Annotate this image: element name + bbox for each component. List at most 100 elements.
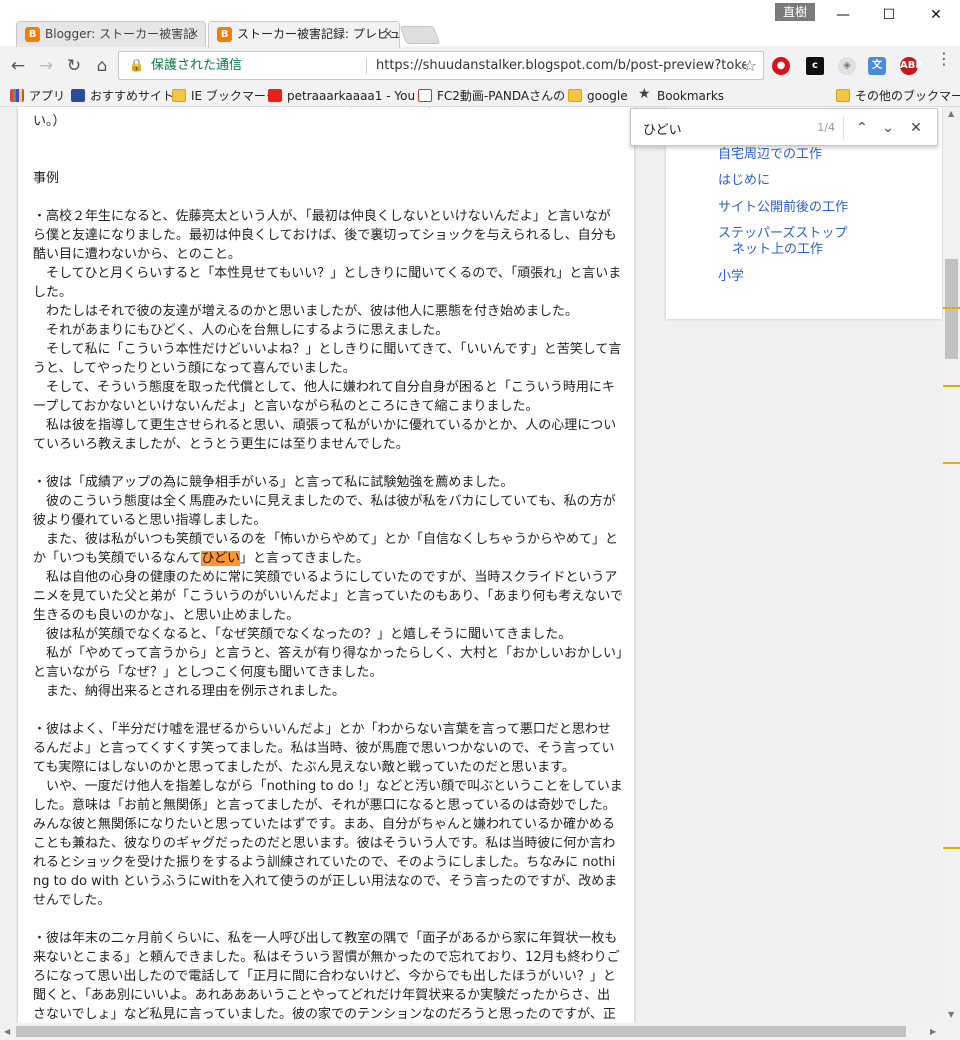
forward-icon[interactable]: → bbox=[34, 54, 58, 78]
tab-blogger[interactable]: B Blogger: ストーカー被害記 ✕ bbox=[16, 21, 206, 47]
find-match-marker bbox=[943, 462, 960, 464]
tab-preview[interactable]: B ストーカー被害記録: プレビュー ✕ bbox=[208, 21, 400, 48]
youtube-icon bbox=[268, 89, 282, 102]
extension-translate-icon[interactable]: 文 bbox=[868, 57, 886, 75]
bookmark-label: IE ブックマーク bbox=[191, 89, 278, 103]
post-paragraph: そして私に「こういう本性だけどいいよね？」としきりに聞いてきて、「いいんです」と… bbox=[33, 342, 622, 376]
divider bbox=[843, 117, 844, 139]
post-paragraph: そして、そういう態度を取った代償として、他人に嫌われて自分自身が困ると「こういう… bbox=[33, 380, 615, 414]
post-paragraph: 彼のこういう態度は全く馬鹿みたいに見えましたので、私は彼が私をバカにしていても、… bbox=[33, 494, 616, 528]
minimize-button[interactable]: — bbox=[820, 0, 866, 30]
profile-badge[interactable]: 直樹 bbox=[775, 3, 816, 21]
extension-dark-icon[interactable]: c bbox=[806, 57, 824, 75]
post-paragraph: わたしはそれで彼の友達が増えるのかと思いましたが、彼は他人に悪態を付き始めました… bbox=[33, 304, 578, 319]
scroll-right-icon[interactable]: ▶ bbox=[930, 1027, 936, 1036]
bookmark-bookmarks[interactable]: ★ Bookmarks bbox=[638, 87, 724, 105]
close-tab-icon[interactable]: ✕ bbox=[189, 22, 199, 46]
page-content: しなければならない人だったのだろう。（当時は2000年なので、佐藤の方が早い。真… bbox=[0, 107, 960, 1023]
find-input[interactable]: ひどい bbox=[643, 119, 682, 138]
new-tab-button[interactable] bbox=[399, 26, 441, 44]
bookmark-label: その他のブックマーク bbox=[855, 89, 960, 103]
post-paragraph: ・彼はよく、「半分だけ嘘を混ぜるからいいんだよ」とか「わからない言葉を言って悪口… bbox=[33, 722, 615, 775]
bookmark-youtube[interactable]: petraaarkaaaa1 - You bbox=[268, 87, 415, 105]
folder-icon bbox=[172, 89, 186, 102]
lock-icon: 🔒 bbox=[129, 58, 144, 72]
label-link[interactable]: ステッパーズストップ bbox=[718, 226, 847, 242]
post-paragraph bbox=[33, 188, 623, 207]
find-count: 1/4 bbox=[817, 121, 835, 134]
blogger-icon: B bbox=[217, 27, 232, 42]
bookmark-label: アプリ bbox=[29, 89, 66, 103]
folder-icon bbox=[836, 89, 850, 102]
find-match-marker bbox=[943, 847, 960, 849]
bookmark-google-folder[interactable]: google bbox=[568, 87, 628, 105]
divider bbox=[366, 58, 367, 74]
label-link[interactable]: ネット上の工作 bbox=[732, 242, 823, 258]
find-match-marker bbox=[943, 307, 960, 309]
post-paragraph: いや、一度だけ他人を指差しながら「nothing to do !」などと汚い顔で… bbox=[33, 779, 623, 908]
bookmark-other-folder[interactable]: その他のブックマーク bbox=[836, 87, 960, 105]
post-paragraph: 事例 bbox=[33, 171, 60, 186]
star-icon: ★ bbox=[638, 86, 651, 102]
menu-icon[interactable]: ⋮ bbox=[936, 51, 952, 67]
post-paragraph: 彼は私が笑顔でなくなると、「なぜ笑顔でなくなったの？」と嬉しそうに聞いてきました… bbox=[33, 627, 572, 642]
label-link[interactable]: 自宅周辺での工作 bbox=[718, 147, 822, 163]
maximize-button[interactable]: ☐ bbox=[866, 0, 912, 30]
label-link[interactable]: サイト公開前後の工作 bbox=[718, 200, 848, 216]
post-body: しなければならない人だったのだろう。（当時は2000年なので、佐藤の方が早い。真… bbox=[18, 107, 634, 1023]
fc2-icon bbox=[418, 89, 432, 102]
post-paragraph bbox=[33, 131, 623, 150]
home-icon[interactable]: ⌂ bbox=[90, 54, 114, 78]
apps-icon bbox=[10, 89, 24, 102]
find-close-icon[interactable]: ✕ bbox=[905, 117, 927, 139]
bookmark-label: おすすめサイト bbox=[90, 89, 175, 103]
back-icon[interactable]: ← bbox=[6, 54, 30, 78]
tab-title: ストーカー被害記録: プレビュー bbox=[237, 27, 400, 41]
reload-icon[interactable]: ↻ bbox=[62, 54, 86, 78]
bookmark-label: FC2動画-PANDAさんの bbox=[437, 89, 566, 103]
find-next-icon[interactable]: ⌄ bbox=[877, 117, 899, 139]
bookmark-site-icon bbox=[71, 89, 85, 102]
address-bar[interactable]: 🔒 保護された通信 https://shuudanstalker.blogspo… bbox=[118, 51, 764, 80]
bookmark-fc2[interactable]: FC2動画-PANDAさんの bbox=[418, 87, 565, 105]
scroll-thumb[interactable] bbox=[945, 259, 958, 359]
bookmark-label: petraaarkaaaa1 - You bbox=[287, 89, 416, 103]
label-link[interactable]: はじめに bbox=[718, 173, 770, 189]
scroll-thumb[interactable] bbox=[16, 1026, 906, 1037]
toolbar: ← → ↻ ⌂ 🔒 保護された通信 https://shuudanstalker… bbox=[0, 47, 960, 85]
post-paragraph: ・彼は「成績アップの為に競争相手がいる」と言って私に試験勉強を薦めました。 bbox=[33, 475, 514, 490]
find-highlight: ひどい bbox=[201, 551, 240, 566]
bookmark-apps[interactable]: アプリ bbox=[10, 87, 65, 105]
post-paragraph: 私が「やめてって言うから」と言うと、答えが有り得なかったらしく、大村と「おかしい… bbox=[33, 646, 623, 680]
adblock-icon[interactable]: ABP bbox=[900, 57, 923, 75]
vertical-scrollbar[interactable]: ▲ ▼ bbox=[943, 107, 960, 1023]
url-text[interactable]: https://shuudanstalker.blogspot.com/b/po… bbox=[376, 52, 746, 79]
extension-shield-icon[interactable]: ◈ bbox=[838, 57, 856, 75]
close-window-button[interactable]: ✕ bbox=[913, 0, 959, 30]
extension-red-icon[interactable]: ● bbox=[772, 57, 790, 75]
horizontal-scrollbar[interactable]: ◀ ▶ bbox=[0, 1023, 943, 1040]
bookmark-ie-folder[interactable]: IE ブックマーク bbox=[172, 87, 278, 105]
bookmark-label: Bookmarks bbox=[657, 89, 725, 103]
label-link[interactable]: 小学 bbox=[718, 269, 744, 285]
find-bar: ひどい 1/4 ⌃ ⌄ ✕ bbox=[630, 108, 938, 146]
post-paragraph bbox=[33, 150, 623, 169]
bookmark-recommended[interactable]: おすすめサイト bbox=[71, 87, 174, 105]
blogger-icon: B bbox=[25, 27, 40, 42]
find-previous-icon[interactable]: ⌃ bbox=[851, 117, 873, 139]
post-paragraph: それがあまりにもひどく、人の心を台無しにするように思えました。 bbox=[33, 323, 449, 338]
find-match-marker bbox=[943, 385, 960, 387]
scroll-left-icon[interactable]: ◀ bbox=[4, 1027, 10, 1036]
scroll-down-icon[interactable]: ▼ bbox=[948, 1010, 954, 1019]
post-text: しなければならない人だったのだろう。（当時は2000年なので、佐藤の方が早い。真… bbox=[33, 107, 623, 1023]
paragraph-text: 」と言ってきました。 bbox=[239, 551, 369, 566]
close-tab-icon[interactable]: ✕ bbox=[383, 22, 393, 46]
post-paragraph bbox=[33, 454, 623, 473]
bookmark-star-icon[interactable]: ☆ bbox=[743, 52, 757, 79]
post-paragraph: また、彼は私がいつも笑顔でいるのを「怖いからやめて」とか「自信なくしちゃうからや… bbox=[33, 530, 623, 568]
post-paragraph: 私は彼を指導して更生させられると思い、頑張って私がいかに優れているかとか、人の心… bbox=[33, 418, 617, 452]
tab-title: Blogger: ストーカー被害記 bbox=[45, 27, 196, 41]
scroll-up-icon[interactable]: ▲ bbox=[948, 109, 954, 118]
bookmark-label: google bbox=[587, 89, 628, 103]
post-paragraph: そしてひと月くらいすると「本性見せてもいい？」としきりに聞いてくるので、「頑張れ… bbox=[33, 266, 622, 300]
